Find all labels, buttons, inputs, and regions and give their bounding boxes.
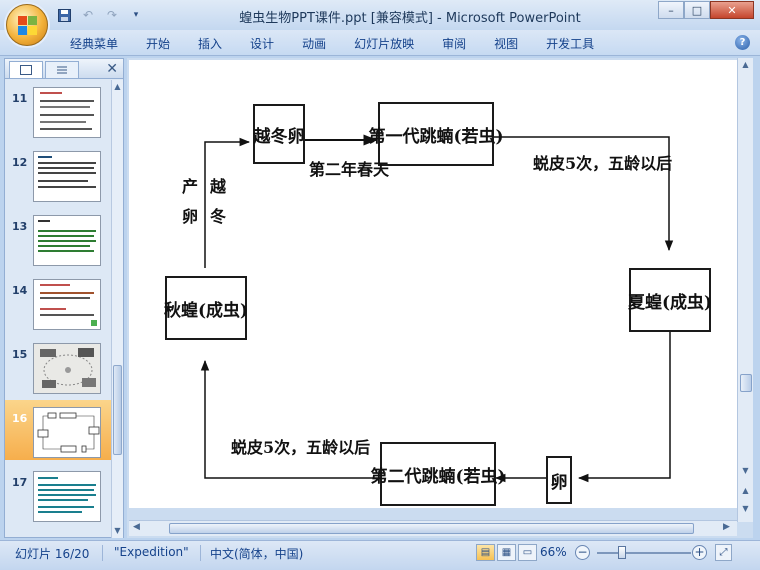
- overwinter-label: 越冬: [209, 177, 226, 226]
- slide-thumbnail-15[interactable]: 15: [5, 336, 111, 396]
- autumn-locust-box[interactable]: 秋蝗(成虫): [164, 276, 248, 340]
- slides-panel-scrollbar[interactable]: ▲ ▼: [111, 80, 123, 538]
- slide-show-view-icon[interactable]: ▭: [518, 544, 537, 561]
- tab-review[interactable]: 审阅: [428, 35, 480, 53]
- second-gen-nymph-box[interactable]: 第二代跳蝻(若虫): [370, 442, 506, 506]
- tab-animations[interactable]: 动画: [288, 35, 340, 53]
- previous-slide-icon[interactable]: ▲: [741, 486, 750, 496]
- summer-locust-box[interactable]: 夏蝗(成虫): [628, 268, 712, 332]
- ribbon-tabs: 经典菜单 开始 插入 设计 动画 幻灯片放映 审阅 视图 开发工具: [56, 35, 608, 53]
- slide-preview: [33, 407, 101, 458]
- close-panel-icon[interactable]: ✕: [106, 61, 118, 77]
- slide-thumbnail-14[interactable]: 14: [5, 272, 111, 332]
- slide-editing-area: 越冬卵 第一代跳蝻(若虫) 夏蝗(成虫) 卵 第二代跳蝻(若虫) 秋蝗(成虫) …: [127, 58, 753, 538]
- slide-number: 14: [12, 284, 28, 297]
- slide-number: 12: [12, 156, 28, 169]
- scroll-down-icon[interactable]: ▼: [113, 526, 122, 536]
- first-gen-nymph-box[interactable]: 第一代跳蝻(若虫): [368, 102, 504, 166]
- molt-label-bottom: 蜕皮5次，五龄以后: [231, 438, 371, 457]
- slide-number: 16: [12, 412, 28, 425]
- window-controls: – □ ✕: [658, 1, 754, 19]
- slide-thumbnail-12[interactable]: 12: [5, 144, 111, 204]
- slide-number: 17: [12, 476, 28, 489]
- redo-icon[interactable]: ↷: [102, 6, 122, 24]
- slide-thumbnail-13[interactable]: 13: [5, 208, 111, 268]
- slide-counter: 幻灯片 16/20: [15, 547, 90, 561]
- zoom-out-icon[interactable]: −: [575, 545, 590, 560]
- maximize-button[interactable]: □: [684, 1, 710, 19]
- slide-preview: [33, 343, 101, 394]
- lay-eggs-label: 产卵: [181, 177, 198, 226]
- tab-developer[interactable]: 开发工具: [532, 35, 608, 53]
- overwinter-egg-box[interactable]: 越冬卵: [253, 104, 305, 164]
- status-separator: [200, 545, 201, 561]
- customize-qat-dropdown-icon[interactable]: ▾: [126, 6, 146, 24]
- undo-icon[interactable]: ↶: [78, 6, 98, 24]
- save-icon[interactable]: [54, 6, 74, 24]
- vertical-scroll-thumb[interactable]: [740, 374, 752, 392]
- horizontal-scroll-thumb[interactable]: [169, 523, 694, 534]
- office-logo-icon: [18, 16, 38, 36]
- zoom-in-icon[interactable]: +: [692, 545, 707, 560]
- title-bar: ↶ ↷ ▾ 蝗虫生物PPT课件.ppt [兼容模式] - Microsoft P…: [0, 0, 760, 46]
- zoom-slider[interactable]: [597, 552, 691, 554]
- fit-to-window-icon[interactable]: ⤢: [715, 544, 732, 561]
- office-button[interactable]: [6, 4, 48, 46]
- slide-number: 13: [12, 220, 28, 233]
- tab-view[interactable]: 视图: [480, 35, 532, 53]
- tab-design[interactable]: 设计: [236, 35, 288, 53]
- scroll-up-icon[interactable]: ▲: [741, 60, 750, 70]
- current-slide[interactable]: 越冬卵 第一代跳蝻(若虫) 夏蝗(成虫) 卵 第二代跳蝻(若虫) 秋蝗(成虫) …: [129, 60, 737, 508]
- zoom-slider-thumb[interactable]: [618, 546, 626, 559]
- slide-thumbnail-16[interactable]: 16: [5, 400, 111, 460]
- normal-view-icon[interactable]: ▤: [476, 544, 495, 561]
- next-slide-icon[interactable]: ▼: [741, 504, 750, 514]
- help-icon[interactable]: ?: [735, 35, 750, 50]
- egg-box[interactable]: 卵: [546, 456, 572, 504]
- minimize-button[interactable]: –: [658, 1, 684, 19]
- molt-label-top: 蜕皮5次，五龄以后: [533, 154, 673, 173]
- status-separator: [102, 545, 103, 561]
- scroll-right-icon[interactable]: ▶: [723, 522, 730, 532]
- slide-number: 11: [12, 92, 28, 105]
- scroll-up-icon[interactable]: ▲: [113, 82, 122, 92]
- slide-preview: [33, 151, 101, 202]
- slides-tab-icon[interactable]: [9, 61, 43, 78]
- zoom-level[interactable]: 66%: [540, 545, 567, 559]
- scroll-down-icon[interactable]: ▼: [741, 466, 750, 476]
- slide-preview: [33, 471, 101, 522]
- scroll-thumb[interactable]: [113, 365, 122, 455]
- slide-sorter-view-icon[interactable]: ▦: [497, 544, 516, 561]
- horizontal-scrollbar[interactable]: ◀ ▶: [129, 520, 737, 536]
- slide-thumbnail-17[interactable]: 17: [5, 464, 111, 524]
- close-button[interactable]: ✕: [710, 1, 754, 19]
- scroll-left-icon[interactable]: ◀: [133, 522, 140, 532]
- vertical-scrollbar[interactable]: ▲ ▼ ▲ ▼: [737, 58, 753, 522]
- ribbon: 经典菜单 开始 插入 设计 动画 幻灯片放映 审阅 视图 开发工具 ?: [0, 30, 760, 56]
- slide-preview: [33, 215, 101, 266]
- tab-classic-menu[interactable]: 经典菜单: [56, 35, 132, 53]
- slide-thumbnail-11[interactable]: 11: [5, 80, 111, 140]
- window-title: 蝗虫生物PPT课件.ppt [兼容模式] - Microsoft PowerPo…: [239, 11, 581, 26]
- tab-insert[interactable]: 插入: [184, 35, 236, 53]
- theme-name[interactable]: "Expedition": [114, 545, 189, 559]
- slide-preview: [33, 279, 101, 330]
- slides-panel-tabs: ✕: [5, 59, 123, 79]
- quick-access-toolbar: ↶ ↷ ▾: [54, 6, 146, 24]
- status-bar: 幻灯片 16/20 "Expedition" 中文(简体，中国) ▤ ▦ ▭ 6…: [0, 540, 760, 570]
- language-indicator[interactable]: 中文(简体，中国): [210, 545, 303, 562]
- outline-tab-icon[interactable]: [45, 61, 79, 78]
- slide-preview: [33, 87, 101, 138]
- slide-number: 15: [12, 348, 28, 361]
- tab-slide-show[interactable]: 幻灯片放映: [340, 35, 428, 53]
- slide-thumbnails: 11 12 13 14 15 16 17: [5, 80, 111, 538]
- tab-home[interactable]: 开始: [132, 35, 184, 53]
- next-spring-label: 第二年春天: [309, 160, 390, 179]
- slides-panel: ✕ 11 12 13 14 15 16 17 ▲ ▼: [4, 58, 124, 538]
